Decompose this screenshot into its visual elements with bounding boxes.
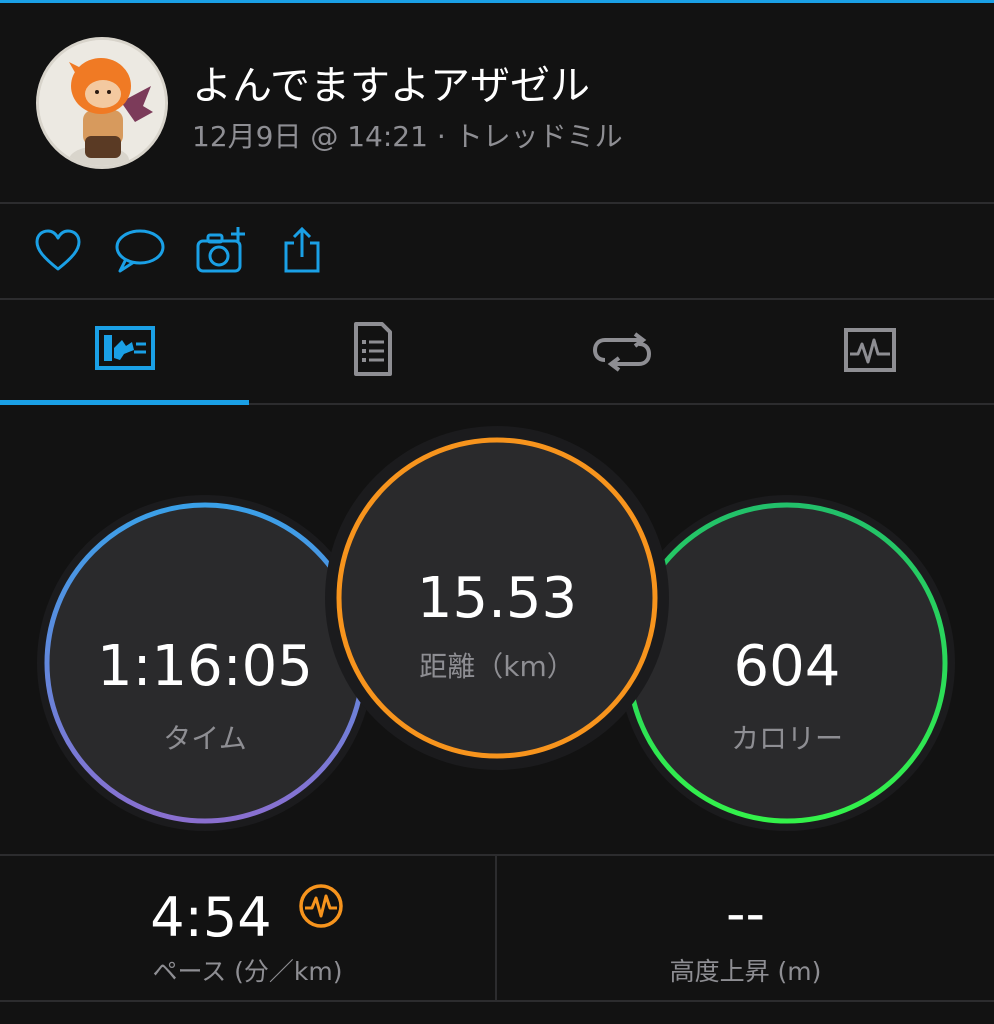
action-bar [0,205,994,299]
avatar[interactable] [36,37,168,169]
distance-value: 15.53 [416,566,578,631]
tab-bar [0,300,994,404]
pace-label: ペース (分／km) [152,957,343,986]
tab-overview[interactable] [0,300,248,404]
activity-title: よんでますよアザゼル [192,63,590,109]
summary-card-icon [95,326,155,370]
heart-icon [35,229,81,271]
time-value: 1:16:05 [97,634,313,699]
share-icon [284,226,320,273]
repeat-icon [592,332,652,372]
comment-icon [115,229,165,273]
share-button[interactable] [276,225,328,277]
camera-plus-icon [196,227,245,273]
calories-label: カロリー [730,722,843,755]
summary-stats: 1:16:05 タイム 15.53 距離（km） 604 カロリー [0,406,994,854]
activity-header: よんでますよアザゼル 12月9日 @ 14:21 · トレッドミル [0,3,994,203]
metrics-grid: 4:54 ペース (分／km) -- 高度上昇 (m) [0,856,994,1024]
active-tab-indicator [0,400,249,405]
pace-value: 4:54 [150,886,272,949]
activity-subtitle: 12月9日 @ 14:21 · トレッドミル [192,120,623,153]
distance-label: 距離（km） [419,650,575,683]
add-photo-button[interactable] [194,225,246,277]
pulse-chart-icon [844,328,896,372]
tab-laps[interactable] [497,300,745,404]
pace-zone-icon[interactable] [297,882,345,930]
pace-metric: 4:54 ペース (分／km) [0,856,495,1000]
avatar-figure-image [39,40,165,166]
like-button[interactable] [32,225,84,277]
elevation-label: 高度上昇 (m) [669,957,822,986]
calories-value: 604 [733,634,841,699]
tab-details[interactable] [248,300,496,404]
pace-value-row: 4:54 [0,882,495,949]
tab-charts[interactable] [746,300,994,404]
distance-stat: 15.53 距離（km） [347,566,647,685]
time-stat: 1:16:05 タイム [55,634,355,757]
time-label: タイム [163,722,247,755]
elevation-value: -- [726,882,765,945]
elevation-metric: -- 高度上昇 (m) [497,856,994,1000]
header-divider [0,202,994,204]
comment-button[interactable] [112,225,165,277]
bottom-divider [0,1000,994,1002]
calories-stat: 604 カロリー [637,634,937,757]
document-icon [354,322,392,376]
